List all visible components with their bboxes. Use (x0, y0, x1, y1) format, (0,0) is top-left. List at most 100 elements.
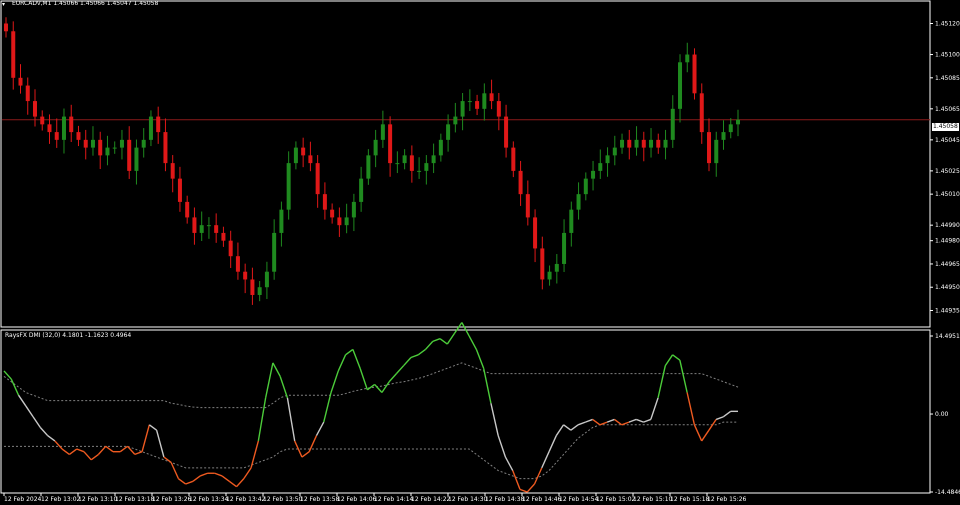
candle-body (286, 163, 291, 210)
candle-body (185, 201, 190, 218)
oscillator-segment (650, 397, 659, 420)
candle-body (721, 132, 726, 140)
oscillator-segment (25, 405, 34, 418)
oscillator-segment (636, 418, 644, 423)
candle-body (69, 116, 74, 133)
candle-body (678, 62, 683, 109)
time-axis-label: 12 Feb 2024 (4, 496, 42, 503)
oscillator-segment (301, 451, 310, 458)
trading-chart-window: { "header": { "arrow_glyph": "▾", "title… (0, 0, 960, 505)
oscillator-segment (614, 418, 623, 426)
oscillator-segment (352, 349, 361, 369)
oscillator-segment (76, 448, 85, 453)
candle-body (685, 54, 690, 63)
time-axis-label: 12 Feb 13:58 (300, 496, 340, 503)
time-axis-label: 12 Feb 13:42 (226, 496, 266, 503)
oscillator-segment (526, 483, 536, 493)
time-axis-label: 12 Feb 13:34 (189, 496, 229, 503)
candle-body (402, 155, 407, 164)
time-axis-label: 12 Feb 14:14 (374, 496, 414, 503)
price-scale-label: 1.45025 (935, 168, 960, 175)
oscillator-segment (359, 368, 369, 391)
candle-body (692, 54, 697, 94)
time-axis-label: 12 Feb 14:22 (411, 496, 451, 503)
indicator-title: RaysFX DMI (32,0) 4.1801 -1.1623 0.4964 (5, 332, 132, 339)
candle-body (591, 170, 596, 179)
oscillator-segment (345, 348, 354, 356)
time-axis-label: 12 Feb 14:38 (485, 496, 525, 503)
candle-body (649, 139, 654, 148)
candle-body (453, 116, 458, 125)
oscillator-segment (148, 424, 158, 431)
price-scale-label: 1.44950 (935, 284, 960, 291)
candle-body (148, 116, 153, 140)
candle-body (431, 155, 436, 164)
oscillator-segment (482, 368, 492, 404)
main-pane-border (0, 0, 931, 328)
oscillator-segment (541, 451, 550, 469)
oscillator-segment (83, 451, 92, 461)
candle-body (641, 139, 646, 148)
oscillator-segment (68, 448, 78, 455)
oscillator-segment (628, 418, 637, 423)
candle-body (199, 225, 204, 233)
indicator-scale-label: 0.00 (935, 411, 949, 418)
candle-body (40, 116, 45, 125)
candle-body (598, 163, 603, 171)
candle-body (192, 217, 197, 233)
candle-body (61, 116, 66, 140)
candle-body (76, 132, 81, 140)
candle-body (475, 101, 480, 109)
oscillator-segment (403, 357, 412, 367)
candle-body (504, 116, 509, 148)
candle-body (620, 139, 625, 148)
oscillator-segment (374, 383, 383, 393)
oscillator-segment (337, 354, 347, 372)
candle-body (533, 217, 538, 249)
time-axis-label: 12 Feb 15:26 (707, 496, 747, 503)
oscillator-segment (236, 478, 245, 488)
oscillator-segment (286, 397, 296, 442)
time-axis-label: 12 Feb 14:06 (337, 496, 377, 503)
candle-body (482, 93, 487, 109)
oscillator-segment (105, 445, 114, 453)
oscillator-segment (585, 418, 593, 423)
candle-body (540, 248, 545, 280)
oscillator-segment (672, 354, 681, 361)
indicator-scale-label: 14.4951 (935, 333, 960, 340)
price-scale-label: 1.45085 (935, 75, 960, 82)
candle-body (496, 101, 501, 117)
candle-body (518, 170, 523, 195)
oscillator-segment (214, 472, 223, 477)
oscillator-segment (381, 381, 390, 393)
oscillator-segment (592, 418, 601, 426)
oscillator-segment (47, 434, 56, 442)
price-scale-label: 1.45065 (935, 106, 960, 113)
candle-body (670, 108, 675, 140)
candle-body (525, 194, 530, 218)
candle-body (446, 124, 451, 140)
candle-body (32, 101, 37, 117)
oscillator-segment (417, 348, 426, 356)
candle-body (699, 93, 704, 133)
oscillator-segment (61, 448, 70, 455)
price-scale-label: 1.45100 (935, 52, 960, 59)
symbol-dropdown-icon[interactable]: ▾ (2, 1, 5, 8)
oscillator-segment (497, 435, 507, 458)
indicator-pane-border (0, 329, 931, 494)
candle-body (264, 271, 269, 288)
candle-body (467, 101, 472, 103)
candle-body (417, 170, 422, 172)
candle-body (156, 116, 161, 133)
candle-body (308, 155, 313, 164)
candle-body (554, 263, 559, 272)
candle-body (612, 147, 617, 156)
candle-body (605, 155, 610, 164)
candle-body (547, 271, 552, 280)
oscillator-segment (17, 394, 27, 407)
candle-body (728, 124, 733, 133)
oscillator-segment (315, 421, 325, 436)
oscillator-segment (39, 427, 49, 437)
candle-body (395, 163, 400, 165)
candle-body (134, 147, 139, 171)
